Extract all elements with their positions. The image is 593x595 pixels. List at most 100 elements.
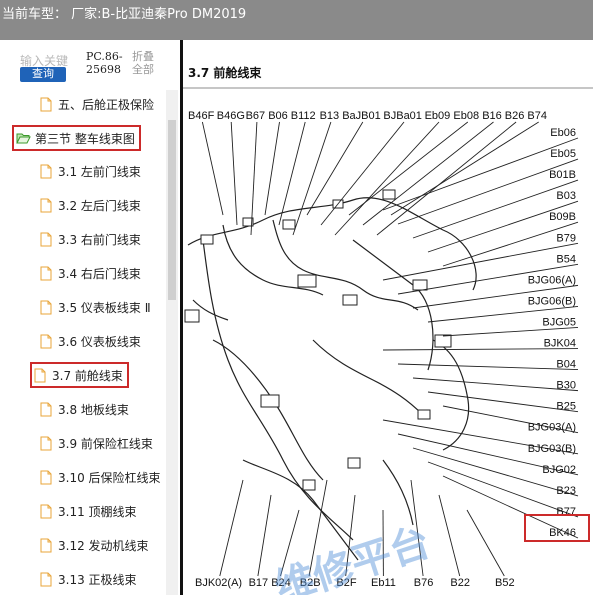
bottom-label-b76: B76	[414, 577, 434, 589]
leader-line	[412, 377, 579, 392]
bottom-label-b22: B22	[450, 577, 470, 589]
bottom-label-b52: B52	[495, 577, 515, 589]
leader-line	[334, 121, 440, 236]
top-label-bajb01: BaJB01	[342, 110, 381, 122]
tree-item-section-3[interactable]: 第三节 整车线束图	[12, 125, 141, 151]
file-icon	[40, 232, 52, 246]
query-button[interactable]: 查询	[20, 67, 66, 82]
right-label-bjk04: BJK04	[544, 338, 576, 350]
leader-line	[438, 494, 461, 577]
file-icon	[40, 402, 52, 416]
file-icon	[40, 436, 52, 450]
top-label-b112: B112	[291, 110, 316, 122]
file-icon	[40, 300, 52, 314]
file-icon	[40, 266, 52, 280]
right-label-b04: B04	[556, 359, 576, 371]
right-label-b30: B30	[556, 380, 576, 392]
tree-item-3-3[interactable]: 3.3 右前门线束	[40, 227, 141, 251]
tree-item-3-11[interactable]: 3.11 顶棚线束	[40, 499, 137, 523]
tree-item-3-5[interactable]: 3.5 仪表板线束 Ⅱ	[40, 295, 151, 319]
tree-item-3-2[interactable]: 3.2 左后门线束	[40, 193, 141, 217]
leader-line	[292, 121, 332, 236]
leader-line	[397, 363, 579, 371]
tree-item-3-7[interactable]: 3.7 前舱线束	[30, 362, 129, 388]
right-label-b23: B23	[556, 485, 576, 497]
right-label-bjg06a: BJG06(A)	[528, 274, 576, 286]
leader-line	[442, 327, 579, 337]
right-label-bjg02: BJG02	[542, 464, 576, 476]
top-label-bjba01: BJBa01	[383, 110, 422, 122]
left-panel: 输入关键 查询 PC.86- 25698 折叠 全部 五、后舱正极保险 第三节 …	[0, 40, 180, 595]
leader-line	[257, 494, 272, 577]
top-label-b13: B13	[320, 110, 340, 122]
bottom-label-b17: B17	[249, 577, 269, 589]
wiring-diagram-viewer[interactable]: 3.7 前舱线束 B46F B46G B67 B06 B112 B13 BaJB…	[183, 40, 593, 595]
leader-line	[264, 121, 280, 216]
top-label-b26: B26	[505, 110, 525, 122]
file-icon	[40, 334, 52, 348]
section-title: 3.7 前舱线束	[188, 65, 262, 80]
top-label-eb08: Eb08	[453, 110, 479, 122]
right-label-b54: B54	[556, 253, 576, 265]
right-label-b79: B79	[556, 232, 576, 244]
scrollbar-thumb[interactable]	[168, 120, 176, 300]
leader-line	[230, 121, 238, 226]
file-icon	[40, 164, 52, 178]
right-label-bjg03a: BJG03(A)	[528, 422, 576, 434]
file-icon	[34, 368, 46, 382]
top-connector-labels: B46F B46G B67 B06 B112 B13 BaJB01 BJBa01 Eb09 Eb0…	[188, 110, 547, 122]
pc-code: PC.86- 25698	[86, 50, 123, 76]
right-label-bjg05: BJG05	[542, 316, 576, 328]
folder-open-icon	[16, 133, 31, 143]
file-icon	[40, 470, 52, 484]
leader-line	[219, 479, 244, 577]
leader-line	[466, 509, 505, 577]
tree-item-3-1[interactable]: 3.1 左前门线束	[40, 159, 141, 183]
tree-item-rear-positive-fuse[interactable]: 五、后舱正极保险	[40, 92, 154, 116]
bottom-label-bjk02a: BJK02(A)	[195, 577, 242, 589]
leader-line	[362, 121, 494, 226]
top-label-eb09: Eb09	[425, 110, 451, 122]
top-label-b74: B74	[527, 110, 547, 122]
right-connector-labels: Eb06 Eb05 B01B B03 B09B B79 B54 BJG06(A) BJG06(B…	[528, 127, 576, 539]
watermark-text: 维修平台	[269, 519, 435, 595]
file-icon	[40, 572, 52, 586]
file-icon	[40, 198, 52, 212]
search-area: 输入关键 查询 PC.86- 25698 折叠 全部	[0, 40, 180, 90]
right-label-bk46: BK46	[549, 527, 576, 539]
right-label-b01b: B01B	[549, 169, 576, 181]
catalog-tree: 五、后舱正极保险 第三节 整车线束图 3.1 左前门线束 3.2 左后门线束 3…	[0, 90, 166, 595]
tree-item-3-10[interactable]: 3.10 后保险杠线束	[40, 465, 161, 489]
top-label-b46f: B46F	[188, 110, 215, 122]
top-header-bar: 当前车型： 厂家:B-比亚迪秦Pro DM2019	[0, 0, 593, 40]
tree-item-3-6[interactable]: 3.6 仪表板线束	[40, 329, 141, 353]
leader-line	[250, 121, 258, 236]
top-label-b67: B67	[246, 110, 266, 122]
right-label-b09b: B09B	[549, 211, 576, 223]
right-label-eb06: Eb06	[550, 127, 576, 139]
file-icon	[40, 504, 52, 518]
vehicle-model-title: 当前车型： 厂家:B-比亚迪秦Pro DM2019	[2, 7, 247, 22]
right-label-eb05: Eb05	[550, 148, 576, 160]
right-label-b77: B77	[556, 506, 576, 518]
file-icon	[40, 538, 52, 552]
top-label-b06: B06	[268, 110, 288, 122]
wiring-diagram: 3.7 前舱线束 B46F B46G B67 B06 B112 B13 BaJB…	[183, 65, 593, 595]
top-label-b16: B16	[482, 110, 502, 122]
leader-line	[390, 121, 539, 216]
tree-item-3-4[interactable]: 3.4 右后门线束	[40, 261, 141, 285]
top-label-b46g: B46G	[217, 110, 245, 122]
file-icon	[40, 97, 52, 111]
collapse-all-button[interactable]: 折叠 全部	[132, 50, 154, 76]
tree-scrollbar[interactable]	[166, 90, 178, 595]
tree-item-3-8[interactable]: 3.8 地板线束	[40, 397, 129, 421]
right-label-b03: B03	[556, 190, 576, 202]
tree-item-3-12[interactable]: 3.12 发动机线束	[40, 533, 149, 557]
harness-drawing	[187, 197, 477, 561]
leader-line	[201, 121, 224, 216]
right-label-bjg03b: BJG03(B)	[528, 443, 576, 455]
right-label-bjg06b: BJG06(B)	[528, 295, 576, 307]
tree-item-3-13[interactable]: 3.13 正极线束	[40, 567, 137, 591]
leader-line	[427, 200, 579, 253]
tree-item-3-9[interactable]: 3.9 前保险杠线束	[40, 431, 153, 455]
